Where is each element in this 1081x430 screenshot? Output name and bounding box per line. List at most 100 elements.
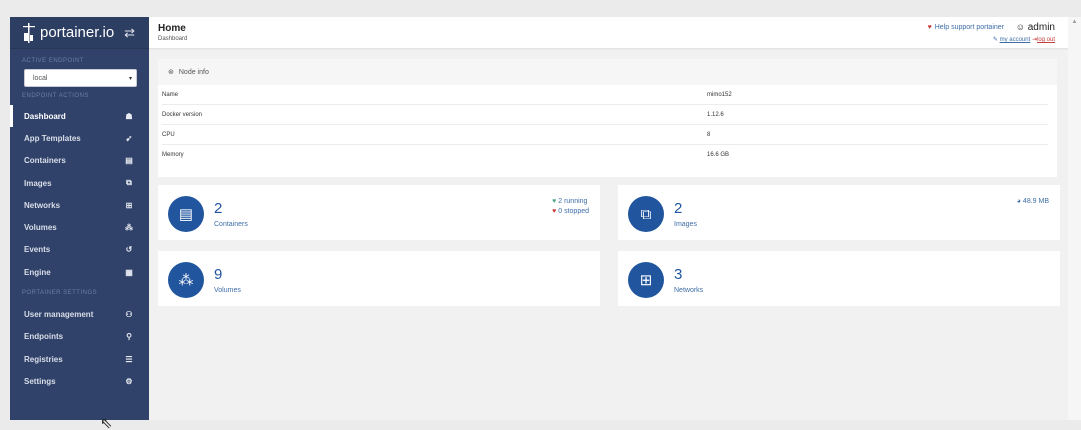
exchange-icon[interactable]: ⇄: [124, 25, 135, 41]
page-title: Home: [158, 23, 186, 34]
node-info-header: ⊛ Node info: [158, 59, 1057, 85]
sidebar-item-label: Endpoints: [24, 332, 64, 342]
table-row: CPU 8: [162, 125, 1048, 145]
user-icon: ☺: [1015, 22, 1025, 32]
sidebar-item-endpoints[interactable]: Endpoints ⚲: [10, 326, 149, 348]
containers-count: 2: [214, 200, 223, 217]
account-links: ✎ my account ⇥log out: [993, 36, 1055, 43]
sidebar-item-label: Dashboard: [24, 111, 66, 121]
images-size-value: 48.9 MB: [1022, 198, 1049, 205]
volumes-count: 9: [214, 266, 223, 283]
cogs-icon: ⚙: [125, 376, 133, 386]
info-value: 16.6 GB: [707, 152, 730, 158]
sitemap-icon: ⊞: [628, 262, 664, 298]
settings-nav: User management ⚇ Endpoints ⚲ Registries…: [10, 303, 149, 392]
sidebar-item-label: Events: [24, 245, 51, 255]
heartbeat-icon: ♥: [552, 208, 557, 215]
heart-icon: ♥: [927, 24, 932, 31]
endpoint-select[interactable]: local ▾: [24, 69, 137, 87]
username: admin: [1027, 22, 1055, 33]
server-icon: ▤: [125, 156, 133, 166]
sidebar-item-label: Engine: [24, 267, 51, 277]
help-support-label: Help support portainer: [934, 24, 1004, 31]
my-account-link[interactable]: my account: [1000, 37, 1031, 43]
endpoint-select-value: local: [33, 74, 48, 82]
top-bar: Home Dashboard ♥ Help support portainer ☺…: [149, 17, 1068, 49]
networks-count: 3: [674, 266, 683, 283]
containers-label: Containers: [214, 221, 248, 228]
stopped-count: 0 stopped: [558, 208, 589, 215]
sidebar-item-dashboard[interactable]: Dashboard ☗: [10, 105, 149, 128]
sidebar-item-engine[interactable]: Engine ▦: [10, 261, 149, 283]
sidebar-item-label: App Templates: [24, 133, 81, 143]
plug-icon: ⚲: [126, 332, 132, 342]
active-endpoint-title: ACTIVE ENDPOINT: [22, 58, 84, 64]
sidebar-item-label: User management: [24, 310, 94, 320]
breadcrumb: Dashboard: [158, 36, 188, 42]
user-menu: ☺ admin: [1016, 22, 1055, 33]
users-icon: ⚇: [125, 310, 133, 320]
sidebar-item-events[interactable]: Events ↺: [10, 239, 149, 261]
log-out-link[interactable]: log out: [1037, 37, 1055, 43]
tachometer-icon: ⊛: [168, 69, 174, 76]
sidebar-item-label: Registries: [24, 354, 63, 364]
images-label: Images: [674, 221, 697, 228]
pencil-icon: ✎: [992, 37, 998, 43]
caret-down-icon: ▾: [128, 75, 132, 82]
sidebar-item-app-templates[interactable]: App Templates ➹: [10, 127, 149, 149]
volumes-label: Volumes: [214, 287, 241, 294]
sidebar-item-registries[interactable]: Registries ☰: [10, 348, 149, 370]
info-value: 8: [707, 131, 711, 138]
sidebar-item-label: Networks: [24, 200, 61, 210]
rocket-icon: ➹: [125, 133, 133, 143]
cubes-icon: ⁂: [125, 223, 133, 233]
images-size: ◕ 48.9 MB: [1017, 197, 1049, 207]
containers-stat-card[interactable]: ▤ 2 Containers ♥ 2 running ♥ 0 stopped: [158, 185, 600, 240]
sidebar: portainer.io ⇄ ACTIVE ENDPOINT local ▾ E…: [10, 17, 149, 420]
volumes-stat-card[interactable]: ⁂ 9 Volumes: [158, 251, 600, 306]
info-key: Memory: [162, 152, 184, 158]
endpoint-nav: Dashboard ☗ App Templates ➹ Containers ▤…: [10, 105, 149, 283]
sidebar-item-volumes[interactable]: Volumes ⁂: [10, 216, 149, 238]
sidebar-item-networks[interactable]: Networks ⊞: [10, 194, 149, 216]
node-info-widget: ⊛ Node info Name mimo152 Docker version …: [158, 59, 1057, 177]
info-key: Docker version: [162, 111, 203, 118]
heartbeat-icon: ♥: [552, 198, 557, 205]
running-count: 2 running: [558, 198, 588, 205]
sidebar-item-images[interactable]: Images ⧉: [10, 172, 149, 194]
sidebar-item-user-management[interactable]: User management ⚇: [10, 303, 149, 325]
sidebar-item-label: Volumes: [24, 223, 57, 233]
portainer-logo[interactable]: portainer.io: [22, 22, 115, 43]
scroll-up-icon[interactable]: ▲: [1068, 19, 1081, 25]
networks-label: Networks: [674, 287, 704, 294]
table-row: Memory 16.6 GB: [162, 145, 1048, 165]
networks-stat-card[interactable]: ⊞ 3 Networks: [618, 251, 1060, 306]
info-value: mimo152: [707, 91, 732, 98]
main-content: ⊛ Node info Name mimo152 Docker version …: [149, 50, 1068, 420]
clone-icon: ⧉: [628, 196, 664, 232]
images-stat-card[interactable]: ⧉ 2 Images ◕ 48.9 MB: [618, 185, 1060, 240]
sitemap-icon: ⊞: [125, 200, 133, 210]
mouse-cursor-icon: ⇖: [100, 415, 113, 430]
info-key: CPU: [162, 131, 175, 138]
scrollbar[interactable]: ▲: [1068, 17, 1081, 420]
info-key: Name: [162, 91, 179, 98]
sidebar-header: portainer.io ⇄: [10, 17, 149, 49]
info-value: 1.12.6: [707, 111, 724, 118]
server-icon: ▤: [168, 196, 204, 232]
logo-text: portainer.io: [40, 24, 115, 41]
portainer-settings-title: PORTAINER SETTINGS: [22, 290, 98, 297]
sidebar-item-containers[interactable]: Containers ▤: [10, 150, 149, 172]
history-icon: ↺: [125, 245, 133, 255]
dashboard-icon: ☗: [125, 111, 133, 121]
clone-icon: ⧉: [126, 178, 132, 188]
sidebar-item-label: Containers: [24, 156, 66, 166]
table-row: Name mimo152: [162, 85, 1048, 105]
endpoint-actions-title: ENDPOINT ACTIONS: [22, 93, 89, 99]
images-count: 2: [674, 200, 683, 217]
sidebar-item-settings[interactable]: Settings ⚙: [10, 370, 149, 392]
sidebar-item-label: Settings: [24, 376, 56, 386]
node-info-title: Node info: [178, 68, 209, 76]
cubes-icon: ⁂: [168, 262, 204, 298]
help-support-link[interactable]: ♥ Help support portainer: [928, 24, 1004, 31]
